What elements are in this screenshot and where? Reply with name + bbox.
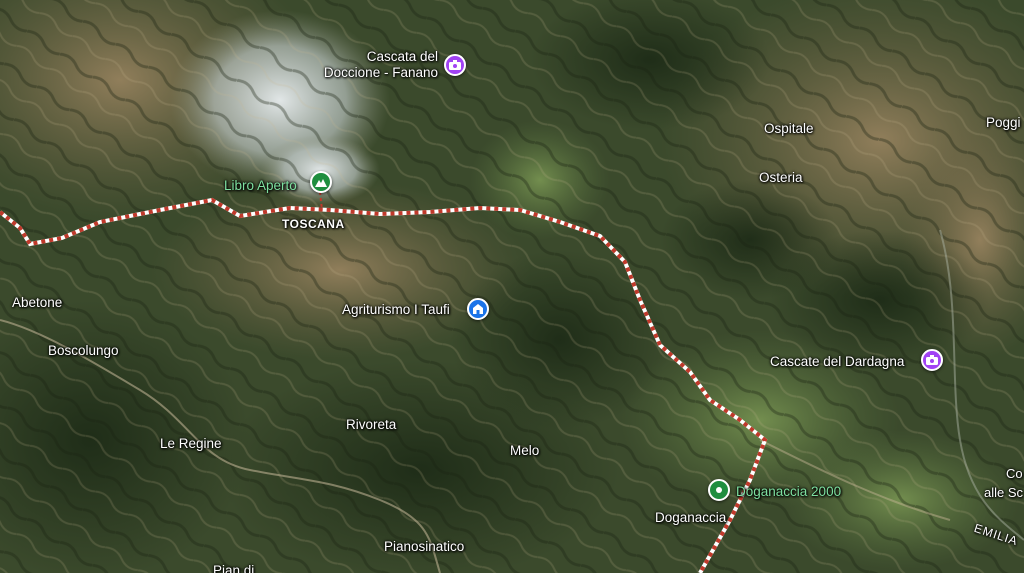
mountain-icon[interactable]: [310, 171, 332, 193]
place-pin-icon[interactable]: [708, 479, 730, 501]
camera-icon[interactable]: [921, 349, 943, 371]
poi-label-doganaccia-2000[interactable]: Doganaccia 2000: [736, 484, 841, 500]
camera-icon[interactable]: [444, 54, 466, 76]
map-view[interactable]: Cascata del Doccione - Fanano Libro Aper…: [0, 0, 1024, 573]
place-label-pianosinatico[interactable]: Pianosinatico: [384, 539, 464, 555]
satellite-terrain: [0, 0, 1024, 573]
place-label-poggi[interactable]: Poggi: [986, 115, 1021, 131]
place-label-rivoreta[interactable]: Rivoreta: [346, 417, 396, 433]
place-label-osteria[interactable]: Osteria: [759, 170, 803, 186]
poi-label-cascate-dardagna[interactable]: Cascate del Dardagna: [770, 354, 904, 370]
place-label-pian-di[interactable]: Pian di: [213, 563, 254, 573]
place-label-le-regine[interactable]: Le Regine: [160, 436, 222, 452]
place-label-doganaccia[interactable]: Doganaccia: [655, 510, 726, 526]
poi-label-cascata-doccione[interactable]: Cascata del Doccione - Fanano: [318, 49, 438, 81]
poi-label-libro-aperto[interactable]: Libro Aperto: [224, 178, 297, 194]
place-label-fragment-alle-sc[interactable]: alle Sc: [984, 485, 1023, 501]
place-label-ospitale[interactable]: Ospitale: [764, 121, 814, 137]
place-label-boscolungo[interactable]: Boscolungo: [48, 343, 119, 359]
poi-label-agriturismo[interactable]: Agriturismo I Taufi: [342, 302, 450, 318]
lodging-icon[interactable]: [467, 298, 489, 320]
region-label-toscana: TOSCANA: [282, 217, 345, 231]
place-label-abetone[interactable]: Abetone: [12, 295, 62, 311]
place-label-fragment-co[interactable]: Co: [1006, 466, 1023, 482]
place-label-melo[interactable]: Melo: [510, 443, 539, 459]
